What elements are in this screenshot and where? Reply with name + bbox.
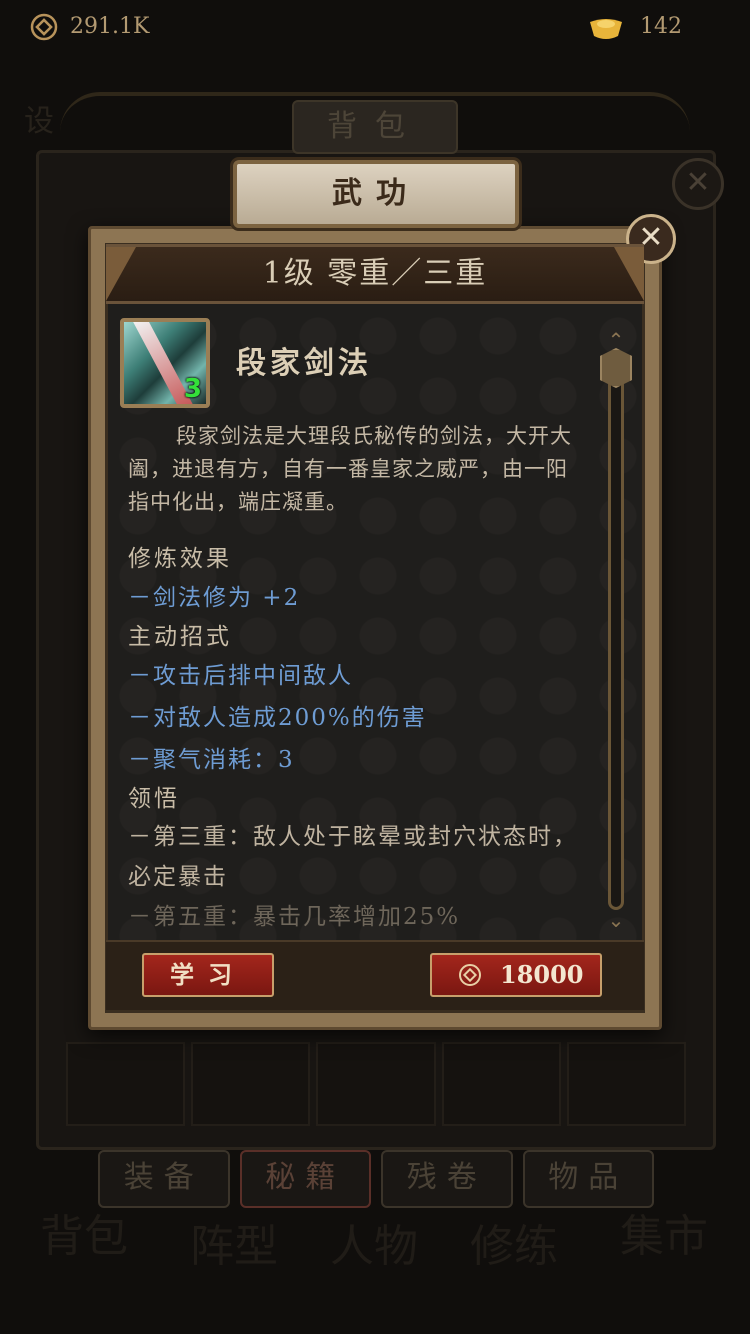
cost-button[interactable]: 18000 (430, 953, 602, 997)
nav-training[interactable]: 修练 (470, 1210, 558, 1274)
scroll-rail (608, 360, 624, 910)
insight-line: －第五重：暴击几率增加25% (128, 904, 461, 930)
nav-characters[interactable]: 人物 (330, 1210, 418, 1274)
bag-slot[interactable] (66, 1042, 186, 1126)
gold-ingot-icon (590, 19, 622, 39)
bag-slot-row (66, 1042, 687, 1126)
skill-details-scroll[interactable]: 段家剑法是大理段氏秘传的剑法，大开大阖，进退有方，自有一番皇家之威严，由一阳指中… (128, 420, 588, 940)
popup-title-plate: 武功 (233, 160, 519, 228)
popup-title: 武功 (332, 176, 420, 211)
active-effect: －攻击后排中间敌人 (128, 663, 353, 689)
nav-market[interactable]: 集市 (620, 1200, 708, 1264)
sword-skill-icon: 3 (120, 318, 210, 408)
bag-panel-title: 背包 (292, 100, 458, 154)
active-effect: －对敌人造成200%的伤害 (128, 705, 427, 731)
training-effects-title: 修炼效果 (128, 546, 232, 572)
level-banner: 1级 零重／三重 (106, 244, 644, 304)
nav-bag[interactable]: 背包 (40, 1200, 128, 1264)
bag-slot[interactable] (441, 1042, 561, 1126)
training-effect: －剑法修为 +2 (128, 585, 301, 611)
ingot-amount: 142 (640, 14, 682, 39)
learn-button[interactable]: 学习 (142, 953, 274, 997)
insight-title: 领悟 (128, 786, 180, 812)
bag-close-icon[interactable]: ✕ (672, 158, 724, 210)
scroll-thumb[interactable] (600, 348, 632, 388)
bag-slot[interactable] (316, 1042, 436, 1126)
nav-formation[interactable]: 阵型 (190, 1210, 278, 1274)
active-effect: －聚气消耗：3 (128, 747, 295, 773)
skill-name: 段家剑法 (236, 346, 372, 381)
bag-slot[interactable] (566, 1042, 687, 1126)
currency-bar: 291.1K 142 (0, 0, 750, 56)
scroll-up-icon[interactable]: ⌃ (604, 330, 628, 350)
background-corner-text: 设 (24, 104, 54, 139)
active-moves-title: 主动招式 (128, 624, 232, 650)
skill-level: 1级 零重／三重 (262, 256, 488, 291)
cost-amount: 18000 (500, 960, 584, 989)
main-nav: 背包 阵型 人物 修练 集市 (30, 1200, 730, 1330)
skill-description: 段家剑法是大理段氏秘传的剑法，大开大阖，进退有方，自有一番皇家之威严，由一阳指中… (128, 424, 572, 514)
scroll-down-icon[interactable]: ⌄ (604, 910, 628, 930)
bag-slot[interactable] (191, 1042, 311, 1126)
scrollbar[interactable]: ⌃ ⌄ (600, 330, 632, 930)
coin-amount: 291.1K (70, 14, 150, 39)
insight-line: －第三重：敌人处于眩晕或封穴状态时，必定暴击 (128, 824, 578, 890)
copper-coin-icon (30, 13, 58, 41)
copper-coin-icon (459, 964, 481, 986)
skill-count: 3 (183, 374, 202, 404)
